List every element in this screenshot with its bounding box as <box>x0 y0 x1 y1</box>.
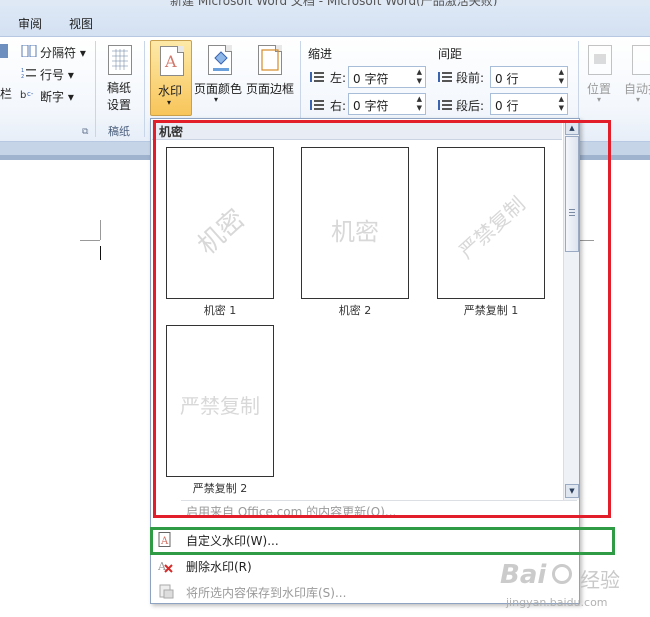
breaks-icon <box>21 44 37 58</box>
spin-arrows-icon[interactable]: ▲ ▼ <box>417 95 422 113</box>
margin-mark <box>80 240 100 241</box>
wrap-text-icon <box>632 45 650 75</box>
site-brand: Bai <box>500 560 547 590</box>
indent-left-value: 0 字符 <box>353 72 389 86</box>
menu-item-label: 删除水印(R) <box>186 560 252 574</box>
position-icon <box>588 45 612 75</box>
tab-review[interactable]: 审阅 <box>18 15 42 32</box>
highlight-box-gallery <box>153 120 611 518</box>
spacing-after-icon <box>438 99 452 111</box>
position-dropdown-icon[interactable]: ▾ <box>597 95 601 104</box>
manuscript-setup-button[interactable]: 稿纸 设置 <box>104 79 136 113</box>
spacing-after-label: 段后: <box>456 99 485 113</box>
spacing-before-label: 段前: <box>456 71 485 85</box>
spacing-before-value: 0 行 <box>495 72 519 86</box>
hyphenation-icon: b c- <box>20 88 38 101</box>
indent-left-icon <box>310 71 324 83</box>
hyphenation-button[interactable]: 断字 ▾ <box>40 88 74 105</box>
page-color-dropdown-icon[interactable]: ▾ <box>214 95 218 104</box>
menu-item-label: 将所选内容保存到水印库(S)... <box>186 586 347 600</box>
remove-watermark-icon: A <box>157 558 173 573</box>
line-numbers-icon: 12 <box>21 67 37 80</box>
breaks-label: 分隔符 <box>40 46 77 60</box>
indent-left-input[interactable]: 0 字符 ▲ ▼ <box>348 66 426 88</box>
watermark-dropdown-icon: ▾ <box>167 98 172 107</box>
columns-icon <box>0 44 8 58</box>
page-borders-button[interactable]: 页面边框 <box>246 80 294 97</box>
spin-arrows-icon[interactable]: ▲ ▼ <box>559 68 564 86</box>
indent-left-label: 左: <box>330 71 347 85</box>
text-cursor <box>100 246 101 260</box>
ribbon-tab-bar: 审阅 视图 <box>0 6 650 36</box>
margin-mark <box>100 220 101 240</box>
line-numbers-label: 行号 <box>40 68 65 82</box>
spacing-before-icon <box>438 71 452 83</box>
watermark-button[interactable]: A 水印 ▾ <box>150 40 192 116</box>
site-brand-cn: 经验 <box>580 568 620 592</box>
dialog-launcher-icon[interactable]: ⧉ <box>82 127 88 137</box>
indent-right-label: 右: <box>330 99 347 113</box>
hyphenation-label: 断字 <box>40 90 65 104</box>
svg-text:b: b <box>20 90 26 100</box>
indent-title: 缩进 <box>308 47 333 61</box>
site-url: jingyan.baidu.com <box>506 596 608 609</box>
highlight-box-custom-watermark <box>150 527 615 555</box>
spin-arrows-icon[interactable]: ▲ ▼ <box>417 68 422 86</box>
indent-right-value: 0 字符 <box>353 99 389 113</box>
svg-text:2: 2 <box>21 74 24 79</box>
spin-arrows-icon[interactable]: ▲ ▼ <box>559 95 564 113</box>
site-watermark: Bai 经验 jingyan.baidu.com <box>498 560 648 616</box>
group-separator <box>95 41 96 137</box>
spacing-after-input[interactable]: 0 行 ▲ ▼ <box>490 93 568 115</box>
manuscript-icon <box>108 45 132 75</box>
paw-icon <box>552 564 572 584</box>
line-numbers-button[interactable]: 行号 ▾ <box>40 66 74 83</box>
spacing-before-input[interactable]: 0 行 ▲ ▼ <box>490 66 568 88</box>
manuscript-label-line2: 设置 <box>107 98 132 112</box>
manuscript-group-label: 稿纸 <box>108 125 130 138</box>
watermark-label: 水印 <box>158 84 183 98</box>
tab-view[interactable]: 视图 <box>69 15 93 32</box>
svg-text:c-: c- <box>27 90 34 98</box>
columns-label-fragment: 栏 <box>0 87 13 101</box>
watermark-icon: A <box>160 46 184 76</box>
indent-right-icon <box>310 99 324 111</box>
page-borders-icon <box>258 45 282 75</box>
indent-right-input[interactable]: 0 字符 ▲ ▼ <box>348 93 426 115</box>
spacing-after-value: 0 行 <box>495 99 519 113</box>
wrap-dropdown-icon[interactable]: ▾ <box>636 95 640 104</box>
spacing-title: 间距 <box>438 47 463 61</box>
page-color-icon <box>208 45 232 75</box>
breaks-button[interactable]: 分隔符 ▾ <box>40 44 86 61</box>
save-to-gallery-icon <box>158 584 174 599</box>
svg-text:A: A <box>164 52 177 71</box>
group-separator <box>144 41 145 137</box>
manuscript-label-line1: 稿纸 <box>107 81 132 95</box>
